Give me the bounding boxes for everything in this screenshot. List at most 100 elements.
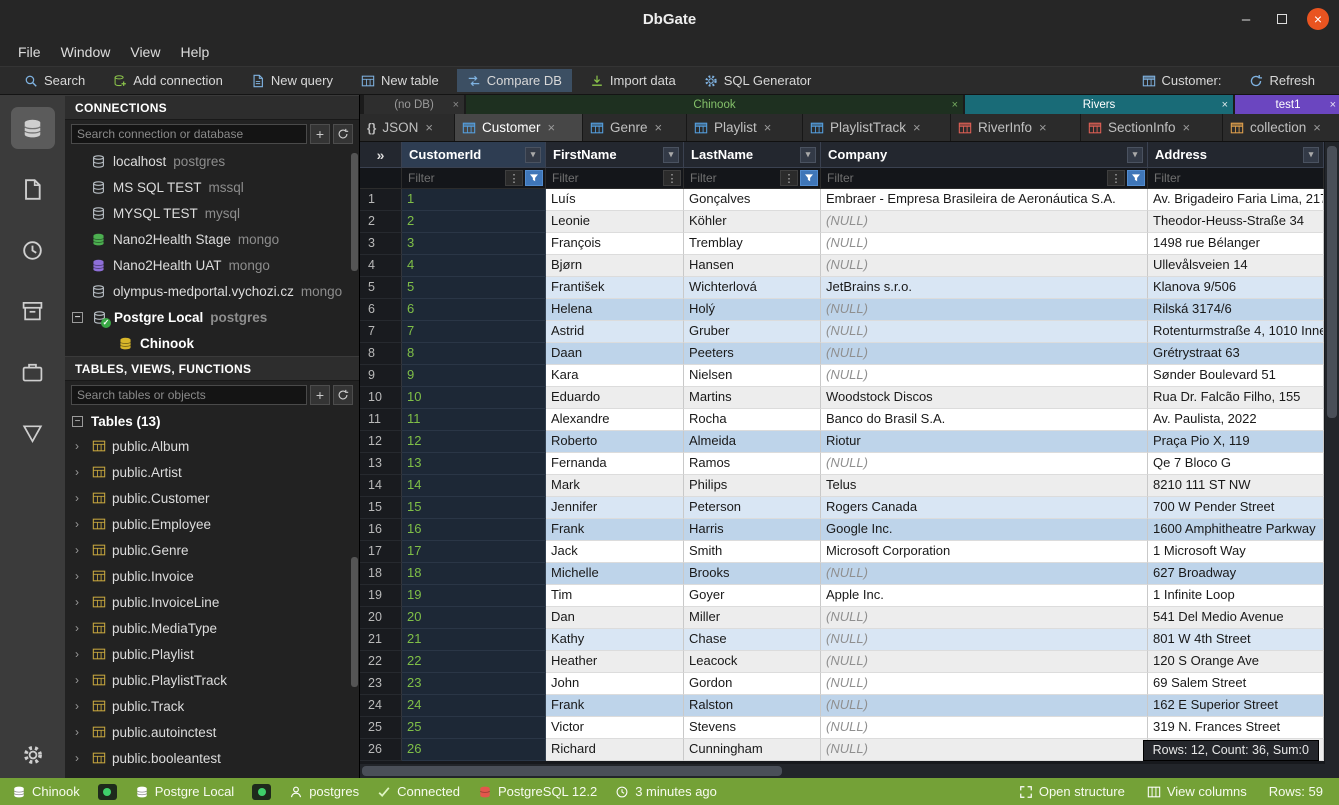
row-number[interactable]: 26 xyxy=(360,739,402,761)
refresh-connections-button[interactable] xyxy=(333,124,353,144)
grid-cell-address[interactable]: 319 N. Frances Street xyxy=(1148,717,1324,739)
row-number[interactable]: 5 xyxy=(360,277,402,299)
column-header-lastname[interactable]: LastName▾ xyxy=(684,142,821,168)
row-number[interactable]: 24 xyxy=(360,695,402,717)
grid-cell-customerid[interactable]: 26 xyxy=(402,739,546,761)
table-public-track[interactable]: ›public.Track xyxy=(65,693,359,719)
chevron-right-icon[interactable]: › xyxy=(75,439,86,453)
row-number[interactable]: 14 xyxy=(360,475,402,497)
grid-cell-customerid[interactable]: 21 xyxy=(402,629,546,651)
grid-cell-address[interactable]: Praça Pio X, 119 xyxy=(1148,431,1324,453)
add-connection-small-button[interactable]: + xyxy=(310,124,330,144)
row-number[interactable]: 19 xyxy=(360,585,402,607)
grid-cell-address[interactable]: Grétrystraat 63 xyxy=(1148,343,1324,365)
tab-collection[interactable]: collection× xyxy=(1223,114,1339,141)
status-rows-59[interactable]: Rows: 59 xyxy=(1269,784,1323,799)
grid-cell-company[interactable]: (NULL) xyxy=(821,651,1148,673)
toolbar-refresh[interactable]: Refresh xyxy=(1239,69,1325,92)
grid-cell-address[interactable]: Qe 7 Bloco G xyxy=(1148,453,1324,475)
grid-cell-address[interactable]: Rua Dr. Falcão Filho, 155 xyxy=(1148,387,1324,409)
row-number[interactable]: 4 xyxy=(360,255,402,277)
grid-cell-firstname[interactable]: Bjørn xyxy=(546,255,684,277)
connection-olympus-medportal-vychozi-cz[interactable]: olympus-medportal.vychozi.czmongo xyxy=(65,278,359,304)
status-postgres[interactable]: postgres xyxy=(289,784,359,799)
minimize-button[interactable]: – xyxy=(1235,8,1257,30)
grid-cell-address[interactable]: 8210 111 ST NW xyxy=(1148,475,1324,497)
activity-plugins[interactable] xyxy=(11,351,55,393)
grid-cell-lastname[interactable]: Hansen xyxy=(684,255,821,277)
grid-cell-address[interactable]: 1600 Amphitheatre Parkway xyxy=(1148,519,1324,541)
tab-sectioninfo[interactable]: SectionInfo× xyxy=(1081,114,1223,141)
filter-lastname[interactable]: Filter⋮ xyxy=(684,168,821,189)
chevron-right-icon[interactable]: › xyxy=(75,699,86,713)
grid-cell-customerid[interactable]: 16 xyxy=(402,519,546,541)
table-public-booleantest[interactable]: ›public.booleantest xyxy=(65,745,359,771)
grid-cell-company[interactable]: (NULL) xyxy=(821,299,1148,321)
activity-filter[interactable] xyxy=(11,412,55,454)
menu-view[interactable]: View xyxy=(120,41,170,63)
grid-cell-address[interactable]: 1498 rue Bélanger xyxy=(1148,233,1324,255)
chevron-right-icon[interactable]: › xyxy=(75,647,86,661)
grid-cell-customerid[interactable]: 4 xyxy=(402,255,546,277)
grid-cell-lastname[interactable]: Tremblay xyxy=(684,233,821,255)
row-number[interactable]: 25 xyxy=(360,717,402,739)
row-number[interactable]: 7 xyxy=(360,321,402,343)
table-public-artist[interactable]: ›public.Artist xyxy=(65,459,359,485)
close-icon[interactable]: × xyxy=(453,99,459,111)
connection-localhost[interactable]: localhostpostgres xyxy=(65,148,359,174)
grid-cell-company[interactable]: (NULL) xyxy=(821,321,1148,343)
grid-cell-lastname[interactable]: Almeida xyxy=(684,431,821,453)
grid-cell-company[interactable]: (NULL) xyxy=(821,343,1148,365)
maximize-button[interactable] xyxy=(1271,8,1293,30)
grid-cell-customerid[interactable]: 8 xyxy=(402,343,546,365)
grid-cell-customerid[interactable]: 25 xyxy=(402,717,546,739)
grid-cell-customerid[interactable]: 3 xyxy=(402,233,546,255)
grid-cell-customerid[interactable]: 19 xyxy=(402,585,546,607)
grid-cell-company[interactable]: (NULL) xyxy=(821,607,1148,629)
connections-scrollbar[interactable] xyxy=(351,153,358,271)
grid-cell-lastname[interactable]: Miller xyxy=(684,607,821,629)
funnel-icon[interactable] xyxy=(800,170,818,186)
grid-cell-lastname[interactable]: Wichterlová xyxy=(684,277,821,299)
grid-cell-customerid[interactable]: 23 xyxy=(402,673,546,695)
tab-playlisttrack[interactable]: PlaylistTrack× xyxy=(803,114,951,141)
close-icon[interactable]: × xyxy=(1039,120,1047,135)
grid-cell-lastname[interactable]: Köhler xyxy=(684,211,821,233)
table-public-playlist[interactable]: ›public.Playlist xyxy=(65,641,359,667)
grid-cell-lastname[interactable]: Stevens xyxy=(684,717,821,739)
grid-cell-address[interactable]: Ullevålsveien 14 xyxy=(1148,255,1324,277)
grid-cell-firstname[interactable]: Victor xyxy=(546,717,684,739)
row-number[interactable]: 8 xyxy=(360,343,402,365)
status-view-columns[interactable]: View columns xyxy=(1147,784,1247,799)
grid-cell-company[interactable]: Google Inc. xyxy=(821,519,1148,541)
grid-cell-firstname[interactable]: Dan xyxy=(546,607,684,629)
grid-cell-address[interactable]: Klanova 9/506 xyxy=(1148,277,1324,299)
close-icon[interactable]: × xyxy=(1313,120,1321,135)
row-number[interactable]: 6 xyxy=(360,299,402,321)
grid-cell-firstname[interactable]: Luís xyxy=(546,189,684,211)
tables-scrollbar[interactable] xyxy=(351,557,358,687)
grid-cell-company[interactable]: Embraer - Empresa Brasileira de Aeronáut… xyxy=(821,189,1148,211)
close-icon[interactable]: × xyxy=(913,120,921,135)
grid-cell-lastname[interactable]: Leacock xyxy=(684,651,821,673)
grid-cell-address[interactable]: 120 S Orange Ave xyxy=(1148,651,1324,673)
row-number[interactable]: 1 xyxy=(360,189,402,211)
grid-cell-firstname[interactable]: Daan xyxy=(546,343,684,365)
tab-riverinfo[interactable]: RiverInfo× xyxy=(951,114,1081,141)
close-icon[interactable]: × xyxy=(764,120,772,135)
grid-cell-firstname[interactable]: Roberto xyxy=(546,431,684,453)
grid-cell-company[interactable]: (NULL) xyxy=(821,629,1148,651)
db-group-tab-chinook[interactable]: Chinook× xyxy=(466,95,963,114)
grid-cell-address[interactable]: 541 Del Medio Avenue xyxy=(1148,607,1324,629)
grid-cell-lastname[interactable]: Holý xyxy=(684,299,821,321)
table-public-mediatype[interactable]: ›public.MediaType xyxy=(65,615,359,641)
table-public-genre[interactable]: ›public.Genre xyxy=(65,537,359,563)
row-number[interactable]: 13 xyxy=(360,453,402,475)
filter-firstname[interactable]: Filter⋮ xyxy=(546,168,684,189)
chevron-right-icon[interactable]: › xyxy=(75,595,86,609)
filter-menu-icon[interactable]: ⋮ xyxy=(505,170,523,186)
grid-cell-lastname[interactable]: Brooks xyxy=(684,563,821,585)
grid-cell-lastname[interactable]: Martins xyxy=(684,387,821,409)
toolbar-new-query[interactable]: New query xyxy=(241,69,343,92)
grid-cell-company[interactable]: Apple Inc. xyxy=(821,585,1148,607)
